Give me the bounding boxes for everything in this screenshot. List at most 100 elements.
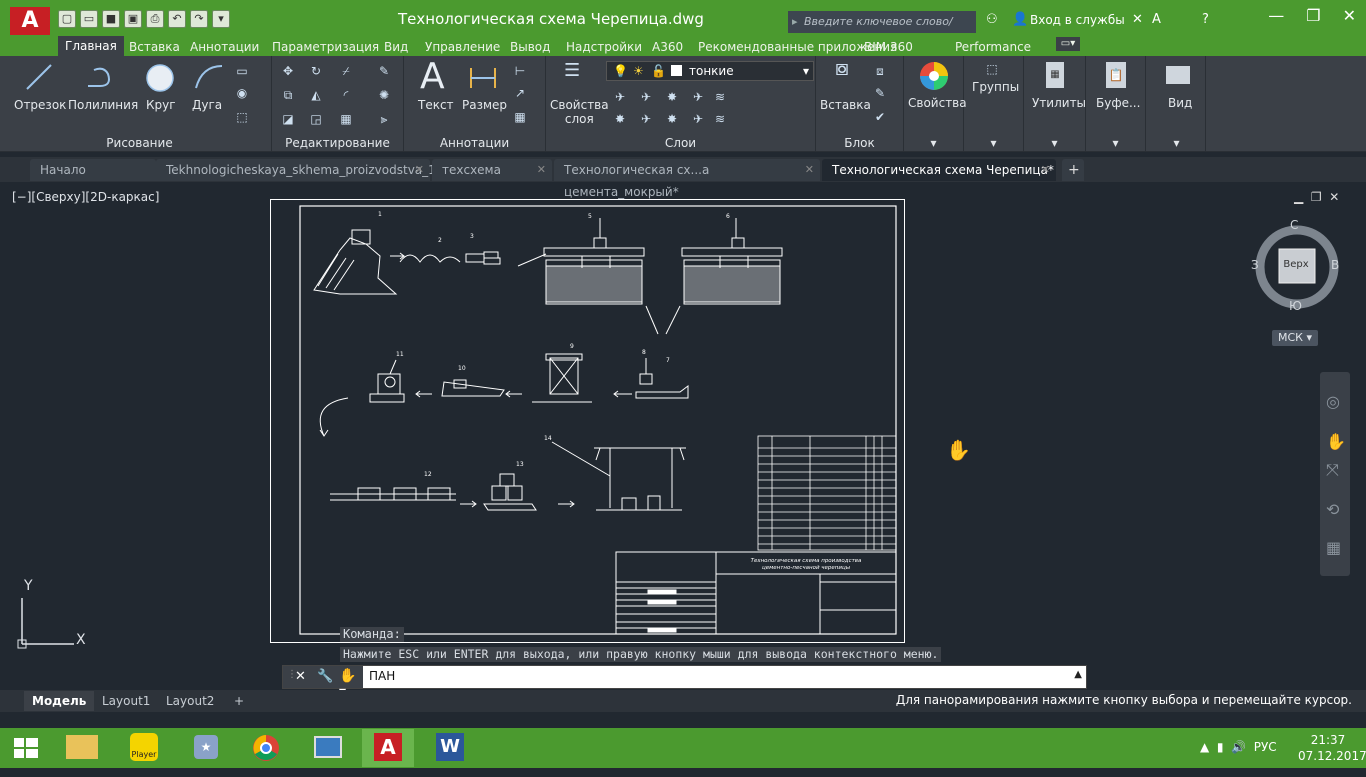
rectangle-icon[interactable]: ▭ <box>234 64 250 78</box>
chevron-down-icon[interactable]: ▾ <box>1148 136 1205 150</box>
save-icon[interactable]: ■ <box>102 10 120 28</box>
tab-performance[interactable]: Performance <box>955 38 1031 56</box>
tab-a360[interactable]: A360 <box>652 38 683 56</box>
insert-button[interactable]: Вставка <box>820 98 871 112</box>
login-button[interactable]: Вход в службы <box>1030 13 1125 27</box>
close-icon[interactable]: ✕ <box>295 669 306 684</box>
block-attr-icon[interactable]: ✔ <box>872 110 888 124</box>
zoom-icon[interactable]: ⤧ <box>1326 460 1339 480</box>
tab-manage[interactable]: Управление <box>425 38 500 56</box>
doc-tab-start[interactable]: Начало <box>30 159 156 181</box>
dimension-button[interactable]: Размер <box>462 98 507 112</box>
tab-layout1[interactable]: Layout1 <box>94 691 158 711</box>
layer-tool-icon[interactable]: ✈ <box>638 90 654 104</box>
clock[interactable]: 21:37 07.12.2017 <box>1298 732 1366 764</box>
doc-tab[interactable]: Технологическая сх...а цемента_мокрый* ✕ <box>554 159 820 199</box>
layer-tool-icon[interactable]: ≋ <box>712 90 728 104</box>
binoculars-icon[interactable]: ⚇ <box>986 12 998 27</box>
erase-icon[interactable]: ✎ <box>376 64 392 78</box>
tab-bim360[interactable]: BIM 360 <box>864 38 913 56</box>
explode-icon[interactable]: ✺ <box>376 88 392 102</box>
scale-icon[interactable]: ◲ <box>308 112 324 126</box>
chevron-down-icon[interactable]: ▾ <box>1086 136 1145 150</box>
taskbar-chrome[interactable] <box>240 729 292 767</box>
draw-panel-label[interactable]: Рисование <box>8 136 271 150</box>
layer-tool-icon[interactable]: ✈ <box>690 90 706 104</box>
network-icon[interactable]: ▮ <box>1217 740 1224 754</box>
stretch-icon[interactable]: ◪ <box>280 112 296 126</box>
showmotion-icon[interactable]: ▦ <box>1326 538 1341 557</box>
taskbar-app[interactable]: ★ <box>180 729 232 767</box>
close-icon[interactable]: ✕ <box>1041 159 1050 181</box>
search-input[interactable]: Введите ключевое слово/фразу <box>788 11 976 50</box>
maximize-icon[interactable]: ❐ <box>1306 6 1320 25</box>
viewcube-face-top[interactable]: Верх <box>1278 259 1314 270</box>
exchange-icon[interactable]: ✕ <box>1132 12 1143 27</box>
polyline-button[interactable]: Полилиния <box>68 98 138 112</box>
new-tab-button[interactable]: + <box>1062 159 1084 181</box>
tab-output[interactable]: Вывод <box>510 38 550 56</box>
line-button[interactable]: Отрезок <box>14 98 66 112</box>
doc-tab[interactable]: техсхема ✕ <box>432 159 552 181</box>
minimize-icon[interactable]: — <box>1268 6 1284 25</box>
layers-panel-label[interactable]: Слои <box>546 136 815 150</box>
layer-dropdown[interactable]: 💡 ☀ 🔓 тонкие ▾ <box>606 61 814 81</box>
leader-icon[interactable]: ↗ <box>512 86 528 100</box>
text-button[interactable]: Текст <box>418 98 454 112</box>
taskbar-autocad[interactable]: A <box>362 729 414 767</box>
mirror-icon[interactable]: ◭ <box>308 88 324 102</box>
create-block-icon[interactable]: ⧈ <box>872 64 888 78</box>
viewcube-north[interactable]: С <box>1290 218 1298 232</box>
close-icon[interactable]: ✕ <box>537 159 546 181</box>
open-folder-icon[interactable]: ▭ <box>80 10 98 28</box>
chevron-up-icon[interactable]: ▲ <box>1200 740 1209 754</box>
layer-tool-icon[interactable]: ✈ <box>690 112 706 126</box>
autocad-logo-icon[interactable]: A <box>10 7 50 35</box>
viewcube-south[interactable]: Ю <box>1289 299 1302 313</box>
offset-icon[interactable]: ⫸ <box>376 112 392 126</box>
layer-tool-icon[interactable]: ✸ <box>664 90 680 104</box>
qat-dropdown-icon[interactable]: ▾ <box>212 10 230 28</box>
trim-icon[interactable]: ⌿ <box>338 64 354 78</box>
taskbar-word[interactable]: W <box>424 729 476 767</box>
clipboard-button[interactable]: Буфе... <box>1096 96 1140 110</box>
close-icon[interactable]: ✕ <box>805 159 814 181</box>
move-icon[interactable]: ✥ <box>280 64 296 78</box>
boundary-icon[interactable]: ⬚ <box>234 110 250 124</box>
layer-tool-icon[interactable]: ✸ <box>612 112 628 126</box>
ucs-dropdown[interactable]: МСК ▾ <box>1272 330 1318 346</box>
tab-parametric[interactable]: Параметризация <box>272 38 379 56</box>
add-layout-button[interactable]: + <box>226 691 252 711</box>
layer-tool-icon[interactable]: ✈ <box>638 112 654 126</box>
restore-icon[interactable]: ❐ <box>1311 190 1322 204</box>
hatch-icon[interactable]: ◉ <box>234 86 250 100</box>
arc-button[interactable]: Дуга <box>192 98 222 112</box>
start-button[interactable] <box>0 729 52 767</box>
layer-tool-icon[interactable]: ✈ <box>612 90 628 104</box>
tab-home[interactable]: Главная <box>58 36 124 56</box>
close-icon[interactable]: ✕ <box>1343 6 1356 25</box>
rotate-icon[interactable]: ↻ <box>308 64 324 78</box>
utilities-button[interactable]: Утилиты <box>1032 96 1086 110</box>
autodesk-a360-icon[interactable]: A <box>1152 12 1161 27</box>
groups-button[interactable]: Группы <box>972 80 1019 94</box>
taskbar-player[interactable]: Player <box>118 729 170 767</box>
properties-button[interactable]: Свойства <box>908 96 967 110</box>
layer-properties-button[interactable]: Свойства слоя <box>550 98 609 126</box>
help-icon[interactable]: ? <box>1202 12 1209 27</box>
viewcube-west[interactable]: З <box>1251 258 1259 272</box>
doc-tab[interactable]: Tekhnologicheskaya_skhema_proizvodstva_1… <box>156 159 436 181</box>
viewport-controls[interactable]: [−][Сверху][2D-каркас] <box>12 190 159 204</box>
taskbar-explorer[interactable] <box>56 729 108 767</box>
command-input[interactable]: ПАН <box>369 669 395 683</box>
linear-dim-icon[interactable]: ⊢ <box>512 64 528 78</box>
close-icon[interactable]: ✕ <box>415 159 424 181</box>
new-file-icon[interactable]: ▢ <box>58 10 76 28</box>
doc-tab-active[interactable]: Технологическая схема Черепица* ✕ <box>822 159 1056 181</box>
tab-annotate[interactable]: Аннотации <box>190 38 259 56</box>
chevron-down-icon[interactable]: ▾ <box>904 136 963 150</box>
chevron-up-icon[interactable]: ▲ <box>1074 669 1082 680</box>
steering-wheel-icon[interactable]: ◎ <box>1326 392 1340 411</box>
modify-panel-label[interactable]: Редактирование <box>272 136 403 150</box>
array-icon[interactable]: ▦ <box>338 112 354 126</box>
